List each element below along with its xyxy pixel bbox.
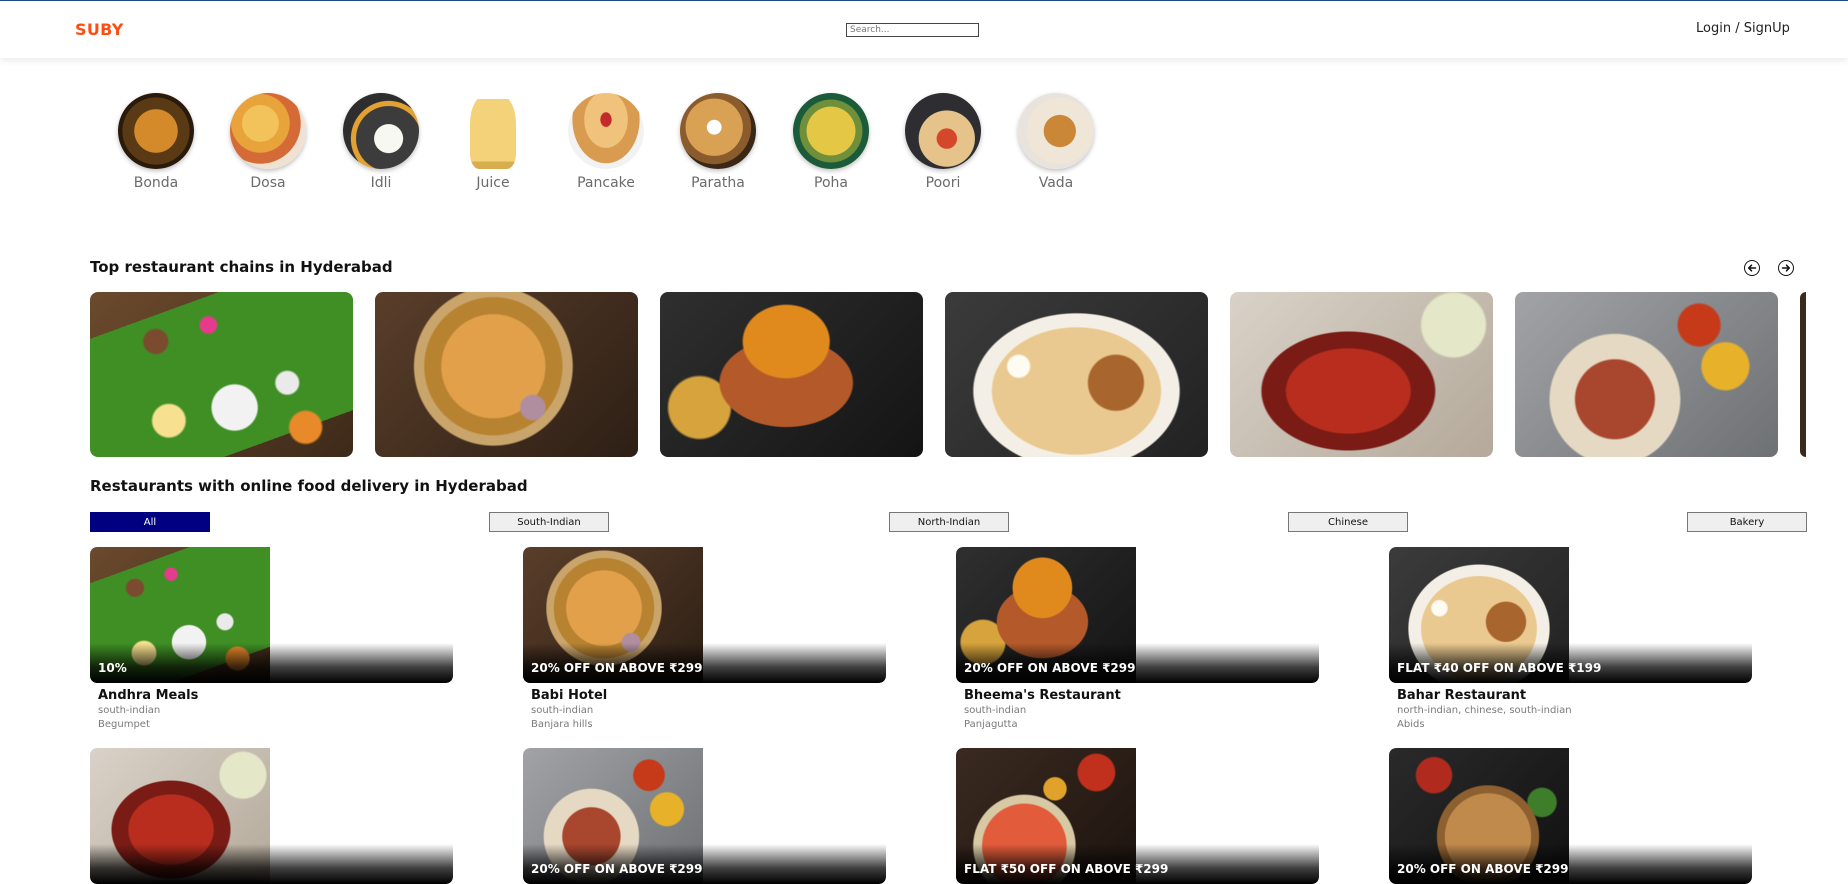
category-label: Vada	[1038, 175, 1074, 191]
juice-icon	[470, 93, 516, 169]
dosa-icon	[230, 93, 306, 169]
category-label: Dosa	[250, 175, 286, 191]
filter-chinese-button[interactable]: Chinese	[1288, 512, 1408, 532]
restaurant-name: Bahar Restaurant	[1397, 688, 1527, 703]
bonda-icon	[118, 93, 194, 169]
category-label: Juice	[476, 175, 510, 191]
poori-icon	[905, 93, 981, 169]
poha-icon	[793, 93, 869, 169]
restaurant-image	[90, 748, 453, 884]
offer-label: FLAT ₹40 OFF ON ABOVE ₹199	[1397, 661, 1602, 675]
restaurant-card[interactable]: 20% OFF ON ABOVE ₹299	[523, 748, 886, 884]
filter-south-indian-button[interactable]: South-Indian	[489, 512, 609, 532]
chain-card-chilli-chicken[interactable]	[1515, 292, 1778, 457]
chain-card-chicken-biryani[interactable]	[945, 292, 1208, 457]
category-label: Bonda	[133, 175, 179, 191]
restaurant-image: 20% OFF ON ABOVE ₹299	[1389, 748, 1752, 884]
category-idli[interactable]: Idli	[325, 78, 437, 191]
login-signup-link[interactable]: Login / SignUp	[1696, 21, 1790, 36]
arrow-left-circle-icon[interactable]	[1744, 260, 1760, 276]
restaurant-card[interactable]: 10% Andhra Meals south-indian Begumpet	[90, 547, 453, 732]
chain-card-thali[interactable]	[90, 292, 353, 457]
restaurant-cuisine: south-indian	[531, 705, 594, 716]
paratha-icon	[680, 93, 756, 169]
restaurant-cuisine: north-indian, chinese, south-indian	[1397, 705, 1572, 716]
restaurant-area: Begumpet	[98, 719, 150, 730]
restaurant-card[interactable]: FLAT ₹40 OFF ON ABOVE ₹199 Bahar Restaur…	[1389, 547, 1752, 732]
offer-label: 20% OFF ON ABOVE ₹299	[964, 661, 1136, 675]
restaurant-card[interactable]: FLAT ₹50 OFF ON ABOVE ₹299	[956, 748, 1319, 884]
category-label: Paratha	[691, 175, 745, 191]
category-label: Poori	[925, 175, 961, 191]
category-dosa[interactable]: Dosa	[212, 78, 324, 191]
arrow-right-circle-icon[interactable]	[1778, 260, 1794, 276]
category-juice[interactable]: Juice	[437, 78, 549, 191]
offer-label: 20% OFF ON ABOVE ₹299	[1397, 862, 1569, 876]
offer-label: FLAT ₹50 OFF ON ABOVE ₹299	[964, 862, 1169, 876]
category-vada[interactable]: Vada	[1000, 78, 1112, 191]
restaurant-area: Abids	[1397, 719, 1425, 730]
chain-card-tandoori-chicken[interactable]	[1230, 292, 1493, 457]
restaurant-image: 20% OFF ON ABOVE ₹299	[956, 547, 1319, 683]
search-input[interactable]	[846, 23, 979, 37]
idli-icon	[343, 93, 419, 169]
pancake-icon	[568, 93, 644, 169]
restaurant-card[interactable]: 20% OFF ON ABOVE ₹299 Bheema's Restauran…	[956, 547, 1319, 732]
offer-label: 20% OFF ON ABOVE ₹299	[531, 661, 703, 675]
chain-card-curry-bucket[interactable]	[660, 292, 923, 457]
restaurant-name: Andhra Meals	[98, 688, 199, 703]
restaurant-image: 10%	[90, 547, 453, 683]
category-pancake[interactable]: Pancake	[550, 78, 662, 191]
offer-label: 10%	[98, 661, 127, 675]
category-label: Idli	[370, 175, 392, 191]
restaurant-image: 20% OFF ON ABOVE ₹299	[523, 748, 886, 884]
category-paratha[interactable]: Paratha	[662, 78, 774, 191]
restaurant-cuisine: south-indian	[98, 705, 161, 716]
restaurant-area: Panjagutta	[964, 719, 1018, 730]
navbar: SUBY Login / SignUp	[0, 1, 1848, 58]
category-poori[interactable]: Poori	[887, 78, 999, 191]
chain-card-biryani[interactable]	[375, 292, 638, 457]
restaurant-cuisine: south-indian	[964, 705, 1027, 716]
offer-gradient	[90, 643, 453, 683]
filter-bakery-button[interactable]: Bakery	[1687, 512, 1807, 532]
logo[interactable]: SUBY	[75, 20, 124, 39]
offer-gradient	[90, 844, 453, 884]
top-chains-heading: Top restaurant chains in Hyderabad	[90, 258, 393, 276]
category-poha[interactable]: Poha	[775, 78, 887, 191]
restaurant-name: Babi Hotel	[531, 688, 608, 703]
restaurant-image: FLAT ₹50 OFF ON ABOVE ₹299	[956, 748, 1319, 884]
filter-north-indian-button[interactable]: North-Indian	[889, 512, 1009, 532]
restaurant-card[interactable]: 20% OFF ON ABOVE ₹299	[1389, 748, 1752, 884]
restaurant-image: 20% OFF ON ABOVE ₹299	[523, 547, 886, 683]
category-label: Pancake	[577, 175, 635, 191]
category-label: Poha	[814, 175, 848, 191]
filter-all-button[interactable]: All	[90, 512, 210, 532]
restaurant-area: Banjara hills	[531, 719, 593, 730]
category-bonda[interactable]: Bonda	[100, 78, 212, 191]
vada-icon	[1018, 93, 1094, 169]
restaurant-card[interactable]: 20% OFF ON ABOVE ₹299 Babi Hotel south-i…	[523, 547, 886, 732]
restaurant-card[interactable]	[90, 748, 453, 884]
restaurant-image: FLAT ₹40 OFF ON ABOVE ₹199	[1389, 547, 1752, 683]
delivery-heading: Restaurants with online food delivery in…	[90, 477, 528, 495]
restaurant-name: Bheema's Restaurant	[964, 688, 1121, 703]
offer-label: 20% OFF ON ABOVE ₹299	[531, 862, 703, 876]
chain-card-partial[interactable]	[1800, 292, 1806, 457]
